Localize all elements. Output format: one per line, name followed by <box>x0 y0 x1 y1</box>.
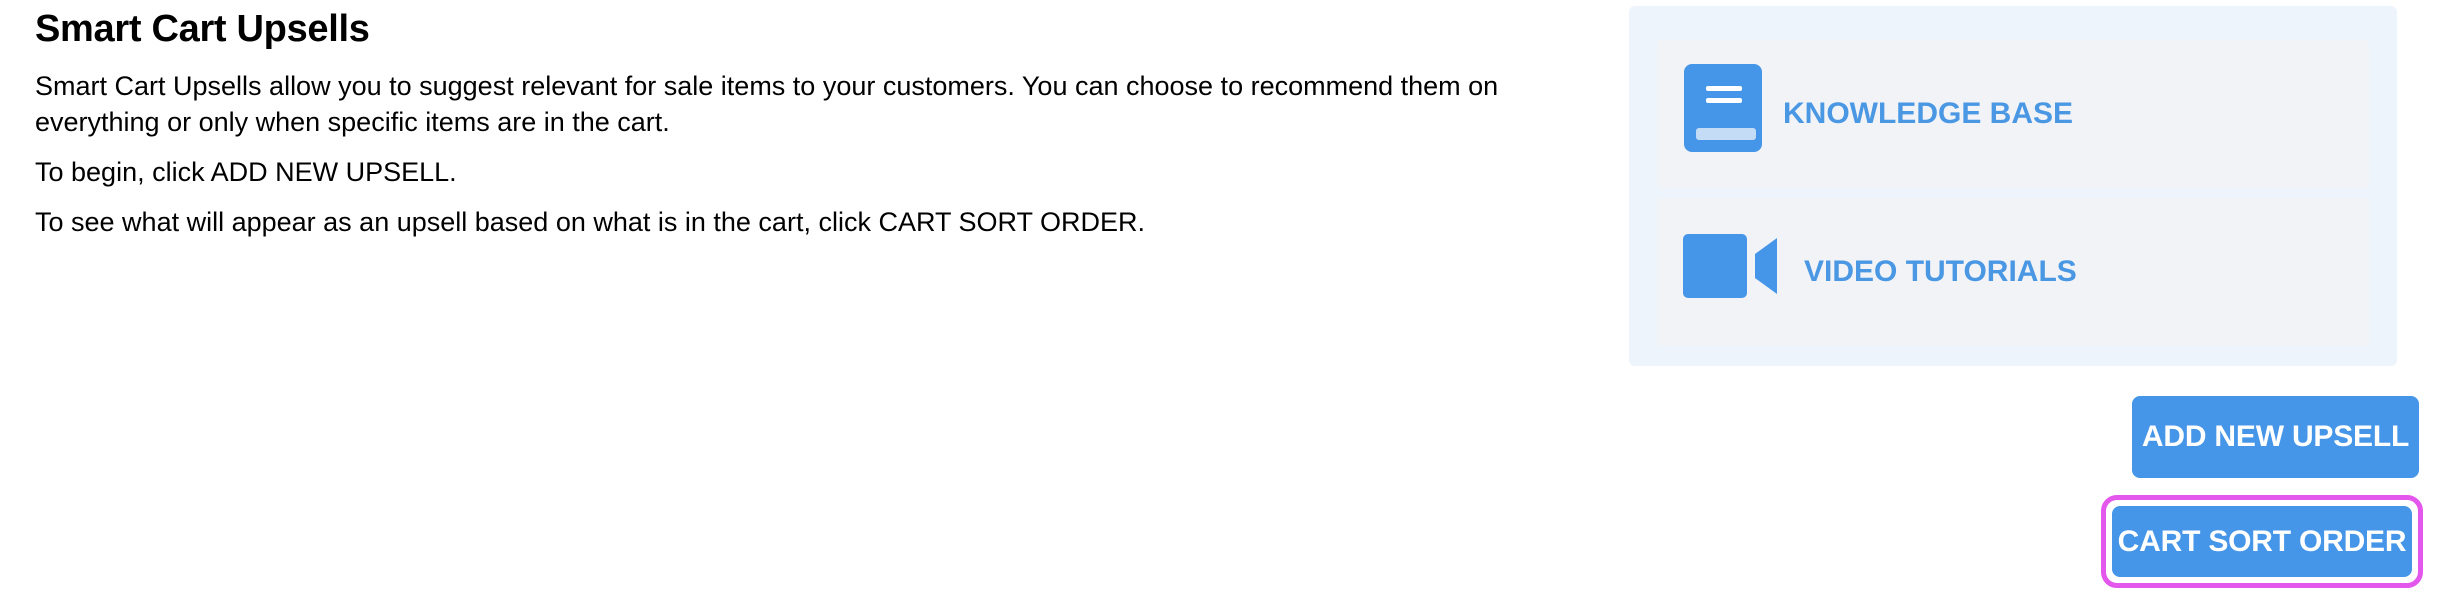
help-resources-panel: KNOWLEDGE BASE VIDEO TUTORIALS <box>1629 6 2397 366</box>
cart-sort-order-button[interactable]: CART SORT ORDER <box>2112 506 2412 577</box>
video-camera-icon <box>1683 234 1777 298</box>
begin-instruction-text: To begin, click ADD NEW UPSELL. <box>35 157 457 187</box>
add-new-upsell-button[interactable]: ADD NEW UPSELL <box>2132 396 2419 478</box>
cart-sort-order-focus-ring: CART SORT ORDER <box>2101 495 2423 588</box>
book-icon <box>1684 64 1762 152</box>
knowledge-base-link[interactable]: KNOWLEDGE BASE <box>1657 40 2369 188</box>
video-tutorials-link[interactable]: VIDEO TUTORIALS <box>1657 198 2369 346</box>
video-tutorials-label: VIDEO TUTORIALS <box>1804 255 2077 288</box>
page-title: Smart Cart Upsells <box>35 8 370 50</box>
knowledge-base-label: KNOWLEDGE BASE <box>1783 97 2074 130</box>
intro-text: Smart Cart Upsells allow you to suggest … <box>35 71 1499 137</box>
preview-instruction-text: To see what will appear as an upsell bas… <box>35 207 1146 237</box>
